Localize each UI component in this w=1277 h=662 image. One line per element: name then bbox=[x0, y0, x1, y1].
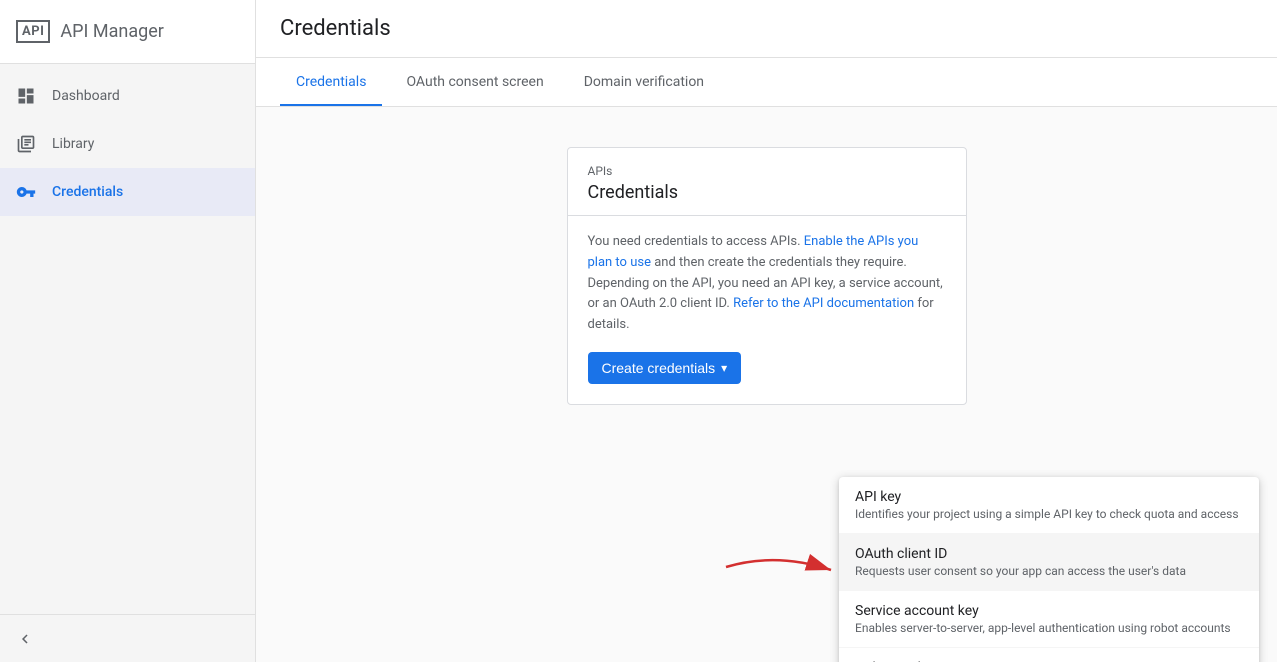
dropdown-item-api-key-desc: Identifies your project using a simple A… bbox=[855, 507, 1243, 521]
card-header: APIs Credentials bbox=[568, 148, 966, 216]
card-body: You need credentials to access APIs. Ena… bbox=[568, 216, 966, 404]
arrow-indicator bbox=[716, 542, 836, 596]
credentials-card: APIs Credentials You need credentials to… bbox=[567, 147, 967, 405]
tab-oauth[interactable]: OAuth consent screen bbox=[390, 58, 559, 106]
dropdown-item-oauth-desc: Requests user consent so your app can ac… bbox=[855, 564, 1243, 578]
card-description: You need credentials to access APIs. Ena… bbox=[588, 232, 946, 336]
sidebar-item-label-library: Library bbox=[52, 136, 94, 152]
dropdown-item-api-key-title: API key bbox=[855, 489, 1243, 505]
main-body: APIs Credentials You need credentials to… bbox=[256, 107, 1277, 662]
create-credentials-arrow-icon: ▾ bbox=[721, 361, 727, 375]
dropdown-item-oauth-client-id[interactable]: OAuth client ID Requests user consent so… bbox=[839, 534, 1259, 591]
dropdown-item-service-title: Service account key bbox=[855, 603, 1243, 619]
sidebar-item-dashboard[interactable]: Dashboard bbox=[0, 72, 255, 120]
dropdown-item-oauth-title: OAuth client ID bbox=[855, 546, 1243, 562]
sidebar-nav: Dashboard Library Credentials bbox=[0, 64, 255, 614]
sidebar-header: API API Manager bbox=[0, 0, 255, 64]
create-credentials-button[interactable]: Create credentials ▾ bbox=[588, 352, 742, 384]
dropdown-item-service-desc: Enables server-to-server, app-level auth… bbox=[855, 621, 1243, 635]
card-apis-label: APIs bbox=[588, 164, 946, 178]
dropdown-item-help-choose[interactable]: Help me choose Asks a few questions to h… bbox=[839, 648, 1259, 662]
sidebar-item-label-dashboard: Dashboard bbox=[52, 88, 120, 104]
main-content: Credentials Credentials OAuth consent sc… bbox=[256, 0, 1277, 662]
tab-credentials[interactable]: Credentials bbox=[280, 58, 382, 106]
api-logo: API bbox=[16, 20, 50, 43]
create-credentials-dropdown: API key Identifies your project using a … bbox=[839, 477, 1259, 662]
sidebar-item-library[interactable]: Library bbox=[0, 120, 255, 168]
card-title: Credentials bbox=[588, 182, 946, 203]
sidebar: API API Manager Dashboard Library Creden… bbox=[0, 0, 256, 662]
sidebar-item-credentials[interactable]: Credentials bbox=[0, 168, 255, 216]
tabs-container: Credentials OAuth consent screen Domain … bbox=[256, 58, 1277, 107]
library-icon bbox=[16, 134, 36, 154]
dropdown-item-api-key[interactable]: API key Identifies your project using a … bbox=[839, 477, 1259, 534]
arrow-svg bbox=[716, 542, 836, 592]
app-name: API Manager bbox=[60, 21, 163, 42]
credentials-icon bbox=[16, 182, 36, 202]
page-title: Credentials bbox=[280, 16, 1253, 41]
collapse-icon bbox=[16, 630, 34, 648]
dropdown-item-service-account[interactable]: Service account key Enables server-to-se… bbox=[839, 591, 1259, 648]
create-credentials-label: Create credentials bbox=[602, 360, 716, 376]
api-docs-link[interactable]: Refer to the API documentation bbox=[733, 296, 914, 311]
tab-domain[interactable]: Domain verification bbox=[568, 58, 720, 106]
main-header: Credentials bbox=[256, 0, 1277, 58]
sidebar-collapse-btn[interactable] bbox=[0, 614, 255, 662]
sidebar-item-label-credentials: Credentials bbox=[52, 184, 123, 200]
card-desc-part1: You need credentials to access APIs. bbox=[588, 234, 801, 249]
dashboard-icon bbox=[16, 86, 36, 106]
